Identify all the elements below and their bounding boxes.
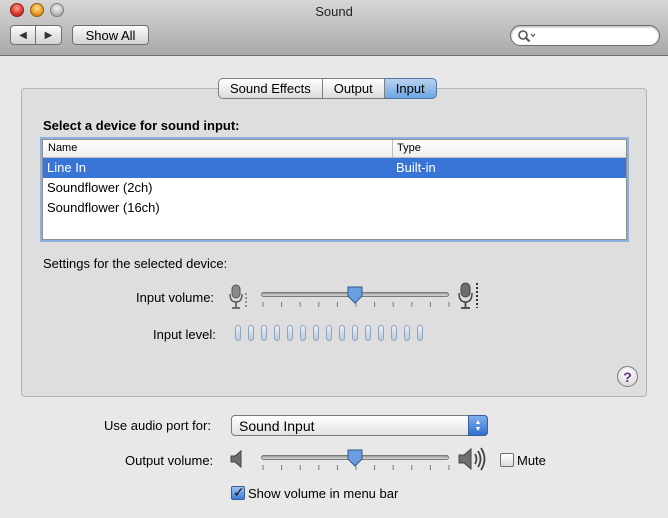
input-volume-label: Input volume: [136, 290, 215, 305]
show-volume-checkbox[interactable]: ✓ [231, 484, 245, 500]
level-segment [300, 325, 306, 341]
input-volume-slider-thumb[interactable] [346, 286, 364, 304]
level-segment [391, 325, 397, 341]
level-segment [274, 325, 280, 341]
column-header-type[interactable]: Type [397, 142, 421, 154]
forward-button[interactable]: ▶ [36, 25, 62, 45]
table-row[interactable]: Soundflower (16ch) [43, 198, 626, 218]
microphone-high-icon [458, 282, 478, 309]
tab-output[interactable]: Output [322, 78, 385, 99]
table-header: Name Type [43, 140, 626, 158]
microphone-low-icon [229, 284, 247, 309]
level-segment [417, 325, 423, 341]
speaker-low-icon [230, 449, 242, 469]
table-row[interactable]: Line In Built-in [43, 158, 626, 178]
back-forward-control: ◀ ▶ [10, 25, 62, 45]
checkmark-icon: ✓ [233, 484, 245, 500]
tab-sound-effects[interactable]: Sound Effects [218, 78, 323, 99]
speaker-high-icon [458, 447, 486, 471]
search-icon [518, 30, 536, 43]
audio-port-popup[interactable]: Sound Input ▲ ▼ [231, 415, 488, 436]
device-name: Line In [47, 160, 87, 175]
device-name: Soundflower (16ch) [47, 200, 160, 215]
level-segment [261, 325, 267, 341]
device-type: Built-in [396, 160, 436, 175]
show-all-button[interactable]: Show All [72, 25, 149, 45]
help-button[interactable]: ? [617, 366, 638, 387]
title-bar: Sound ◀ ▶ Show All [0, 0, 668, 56]
input-level-label: Input level: [153, 327, 216, 342]
level-segment [378, 325, 384, 341]
audio-port-value: Sound Input [239, 417, 315, 434]
level-segment [365, 325, 371, 341]
popup-arrows-icon: ▲ ▼ [468, 415, 488, 436]
table-row[interactable]: Soundflower (2ch) [43, 178, 626, 198]
level-segment [248, 325, 254, 341]
settings-label: Settings for the selected device: [43, 256, 228, 271]
level-segment [326, 325, 332, 341]
level-segment [404, 325, 410, 341]
level-segment [352, 325, 358, 341]
search-field[interactable] [510, 25, 660, 46]
column-header-name[interactable]: Name [48, 142, 77, 154]
input-level-meter [235, 325, 423, 341]
output-volume-slider-thumb[interactable] [346, 449, 364, 467]
window-title: Sound [315, 4, 353, 19]
level-segment [339, 325, 345, 341]
column-separator [392, 140, 393, 158]
tab-input[interactable]: Input [384, 78, 437, 99]
level-segment [235, 325, 241, 341]
mute-checkbox[interactable] [500, 453, 514, 467]
preference-tabs: Sound Effects Output Input [218, 78, 437, 100]
mute-label: Mute [517, 453, 546, 468]
input-settings-panel [21, 88, 647, 397]
show-volume-label: Show volume in menu bar [248, 486, 399, 501]
audio-port-label: Use audio port for: [104, 418, 211, 433]
device-prompt-label: Select a device for sound input: [43, 118, 240, 133]
sound-preferences-window: Sound ◀ ▶ Show All Sound Effects Output … [0, 0, 668, 518]
level-segment [313, 325, 319, 341]
level-segment [287, 325, 293, 341]
output-volume-label: Output volume: [125, 453, 214, 468]
input-device-table: Name Type Line In Built-in Soundflower (… [42, 139, 627, 240]
back-button[interactable]: ◀ [10, 25, 36, 45]
device-name: Soundflower (2ch) [47, 180, 153, 195]
